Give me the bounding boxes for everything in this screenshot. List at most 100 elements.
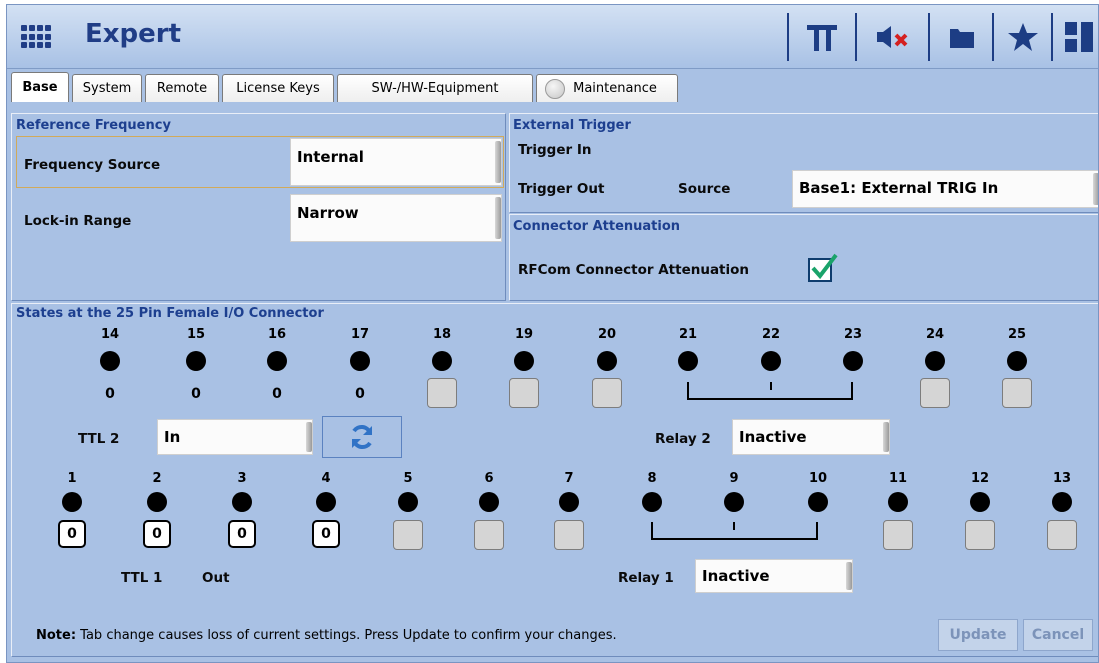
pin-number: 19 (514, 327, 534, 342)
toolbar-divider (787, 13, 789, 61)
toolbar-divider (928, 13, 930, 61)
pin-number: 12 (970, 471, 990, 486)
pin-value: 0 (272, 386, 282, 402)
frequency-source-label: Frequency Source (24, 157, 161, 173)
pin-number: 7 (564, 471, 574, 486)
tab-system[interactable]: System (72, 74, 142, 102)
trigger-in-label: Trigger In (518, 142, 592, 158)
update-button[interactable]: Update (938, 619, 1018, 651)
pin-dot (186, 351, 206, 371)
tab-maintenance-label: Maintenance (573, 81, 657, 96)
rfcom-attenuation-checkbox[interactable] (808, 253, 838, 282)
pin-number: 5 (403, 471, 413, 486)
pin-number: 21 (678, 327, 698, 342)
ttl1-value: Out (202, 570, 230, 586)
tab-remote[interactable]: Remote (145, 74, 219, 102)
pin-state-box (554, 520, 584, 550)
pin-states-panel: States at the 25 Pin Female I/O Connecto… (11, 303, 1098, 657)
pin-dot (100, 351, 120, 371)
pin-value-box[interactable]: 0 (58, 520, 86, 548)
checkmark-icon (811, 253, 838, 280)
section-title: States at the 25 Pin Female I/O Connecto… (16, 306, 324, 321)
pin-value: 0 (191, 386, 201, 402)
refresh-button[interactable] (322, 416, 402, 458)
pin-dot (843, 351, 863, 371)
pin-state-box (1047, 520, 1077, 550)
refresh-icon (352, 425, 372, 449)
folder-icon[interactable] (937, 15, 987, 59)
pin-number: 2 (152, 471, 162, 486)
toolbar-divider (855, 13, 857, 61)
pin-dot (514, 351, 534, 371)
cancel-button[interactable]: Cancel (1023, 619, 1093, 651)
pin-number: 23 (843, 327, 863, 342)
pin-state-box (474, 520, 504, 550)
toolbar-divider (992, 13, 994, 61)
pin-number: 11 (888, 471, 908, 486)
title-bar: Expert (7, 5, 1098, 69)
pin-state-box (509, 378, 539, 408)
section-title: Connector Attenuation (513, 219, 681, 234)
relay-bracket-tick (733, 522, 735, 530)
tab-maintenance[interactable]: Maintenance (536, 74, 678, 102)
pin-number: 17 (350, 327, 370, 342)
tab-sw-hw-equipment[interactable]: SW-/HW-Equipment (337, 74, 533, 102)
pin-number: 4 (321, 471, 331, 486)
reference-frequency-panel: Reference Frequency Frequency Source Int… (11, 113, 506, 301)
tab-license-keys[interactable]: License Keys (222, 74, 334, 102)
split-icon[interactable] (1059, 15, 1098, 59)
pin-dot (1007, 351, 1027, 371)
mute-icon[interactable] (865, 15, 921, 59)
section-title: Reference Frequency (16, 118, 171, 133)
pin-number: 10 (808, 471, 828, 486)
note-prefix: Note: (36, 628, 77, 643)
rfcom-attenuation-label: RFCom Connector Attenuation (518, 262, 750, 278)
external-trigger-panel: External Trigger Trigger In Trigger Out … (509, 113, 1098, 213)
pin-dot (398, 492, 418, 512)
star-icon[interactable] (1001, 15, 1045, 59)
pin-value: 0 (105, 386, 115, 402)
lock-in-range-label: Lock-in Range (24, 213, 132, 229)
app-menu-icon[interactable] (21, 25, 51, 49)
trigger-source-label: Source (678, 181, 731, 197)
pin-dot (267, 351, 287, 371)
section-title: External Trigger (513, 118, 631, 133)
pin-dot (678, 351, 698, 371)
lock-in-range-select[interactable]: Narrow (290, 194, 502, 242)
pin-dot (232, 492, 252, 512)
pin-value-box[interactable]: 0 (143, 520, 171, 548)
pin-state-box (1002, 378, 1032, 408)
connector-attenuation-panel: Connector Attenuation RFCom Connector At… (509, 214, 1098, 301)
pin-dot (925, 351, 945, 371)
pin-value: 0 (355, 386, 365, 402)
pin-dot (147, 492, 167, 512)
ttl1-label: TTL 1 (121, 570, 163, 586)
app-title: Expert (85, 19, 182, 49)
ttl2-select[interactable]: In (157, 419, 313, 455)
trigger-out-label: Trigger Out (518, 181, 605, 197)
pin-number: 14 (100, 327, 120, 342)
pin-dot (432, 351, 452, 371)
frequency-source-select[interactable]: Internal (290, 138, 502, 186)
pin-dot (724, 492, 744, 512)
pin-dot (1052, 492, 1072, 512)
pin-value-box[interactable]: 0 (312, 520, 340, 548)
pi-icon[interactable] (797, 15, 847, 59)
tab-base[interactable]: Base (11, 72, 69, 102)
pin-number: 8 (647, 471, 657, 486)
relay1-select[interactable]: Inactive (695, 559, 853, 593)
pin-dot (888, 492, 908, 512)
relay2-select[interactable]: Inactive (732, 419, 890, 455)
pin-number: 9 (729, 471, 739, 486)
pin-dot (970, 492, 990, 512)
pin-state-box (920, 378, 950, 408)
pin-dot (559, 492, 579, 512)
pin-value-box[interactable]: 0 (228, 520, 256, 548)
pin-dot (761, 351, 781, 371)
pin-state-box (592, 378, 622, 408)
pin-dot (316, 492, 336, 512)
pin-number: 1 (67, 471, 77, 486)
pin-state-box (965, 520, 995, 550)
trigger-source-select[interactable]: Base1: External TRIG In (792, 170, 1098, 208)
pin-state-box (393, 520, 423, 550)
